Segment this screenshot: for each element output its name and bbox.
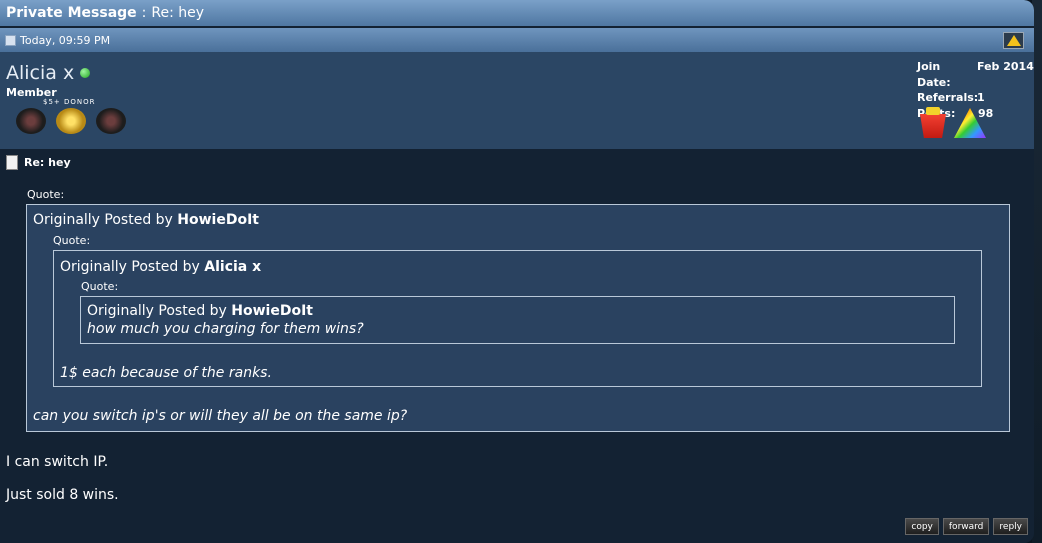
quote-box-2: Originally Posted by Alicia x Quote: Ori… (53, 250, 982, 387)
quote-label: Quote: (81, 280, 119, 293)
donor-label: $5+ DONOR (43, 98, 96, 106)
user-info-bar: Alicia x Member $5+ DONOR Join Date: Feb … (0, 52, 1034, 149)
donor-coins-icon (56, 108, 86, 134)
post-date: Today, 09:59 PM (20, 33, 111, 47)
post-icon (5, 34, 16, 46)
message-line: Just sold 8 wins. (6, 487, 119, 503)
report-post-icon[interactable] (1003, 32, 1024, 49)
quote-label: Quote: (53, 234, 91, 247)
window-title: Private Message : Re: hey (0, 0, 1034, 26)
forward-button[interactable]: forward (942, 518, 990, 535)
online-status-icon (80, 68, 91, 78)
document-icon (6, 155, 18, 170)
award-icon (16, 108, 46, 134)
quote-label: Quote: (27, 188, 65, 201)
quote-header-3: Originally Posted by HowieDoIt (87, 303, 313, 319)
post-actions: copy forward reply (905, 518, 1028, 535)
stat-referrals: Referrals: 1 (917, 91, 985, 104)
bucket-handle-icon (926, 107, 940, 115)
message-line: I can switch IP. (6, 454, 109, 470)
quote-header-1: Originally Posted by HowieDoIt (33, 212, 259, 228)
username[interactable]: Alicia x (6, 62, 91, 84)
award-icon (96, 108, 126, 134)
message-content: Re: hey Quote: Originally Posted by Howi… (0, 149, 1034, 543)
stat-join-date: Join Date: Feb 2014 (917, 60, 1034, 89)
copy-button[interactable]: copy (905, 518, 939, 535)
title-subject: Re: hey (151, 5, 205, 21)
title-label: Private Message (6, 5, 137, 21)
quote-text-2: 1$ each because of the ranks. (60, 365, 272, 381)
message-subject: Re: hey (6, 155, 71, 170)
quote-text-1: can you switch ip's or will they all be … (33, 408, 408, 424)
quote-header-2: Originally Posted by Alicia x (60, 259, 262, 275)
post-date-bar: Today, 09:59 PM (0, 28, 1034, 52)
quote-box-3: Originally Posted by HowieDoIt how much … (80, 296, 955, 344)
private-message-panel: Private Message : Re: hey Today, 09:59 P… (0, 0, 1034, 543)
reply-button[interactable]: reply (993, 518, 1028, 535)
quote-box-1: Originally Posted by HowieDoIt Quote: Or… (26, 204, 1010, 432)
quote-text-3: how much you charging for them wins? (87, 321, 364, 337)
